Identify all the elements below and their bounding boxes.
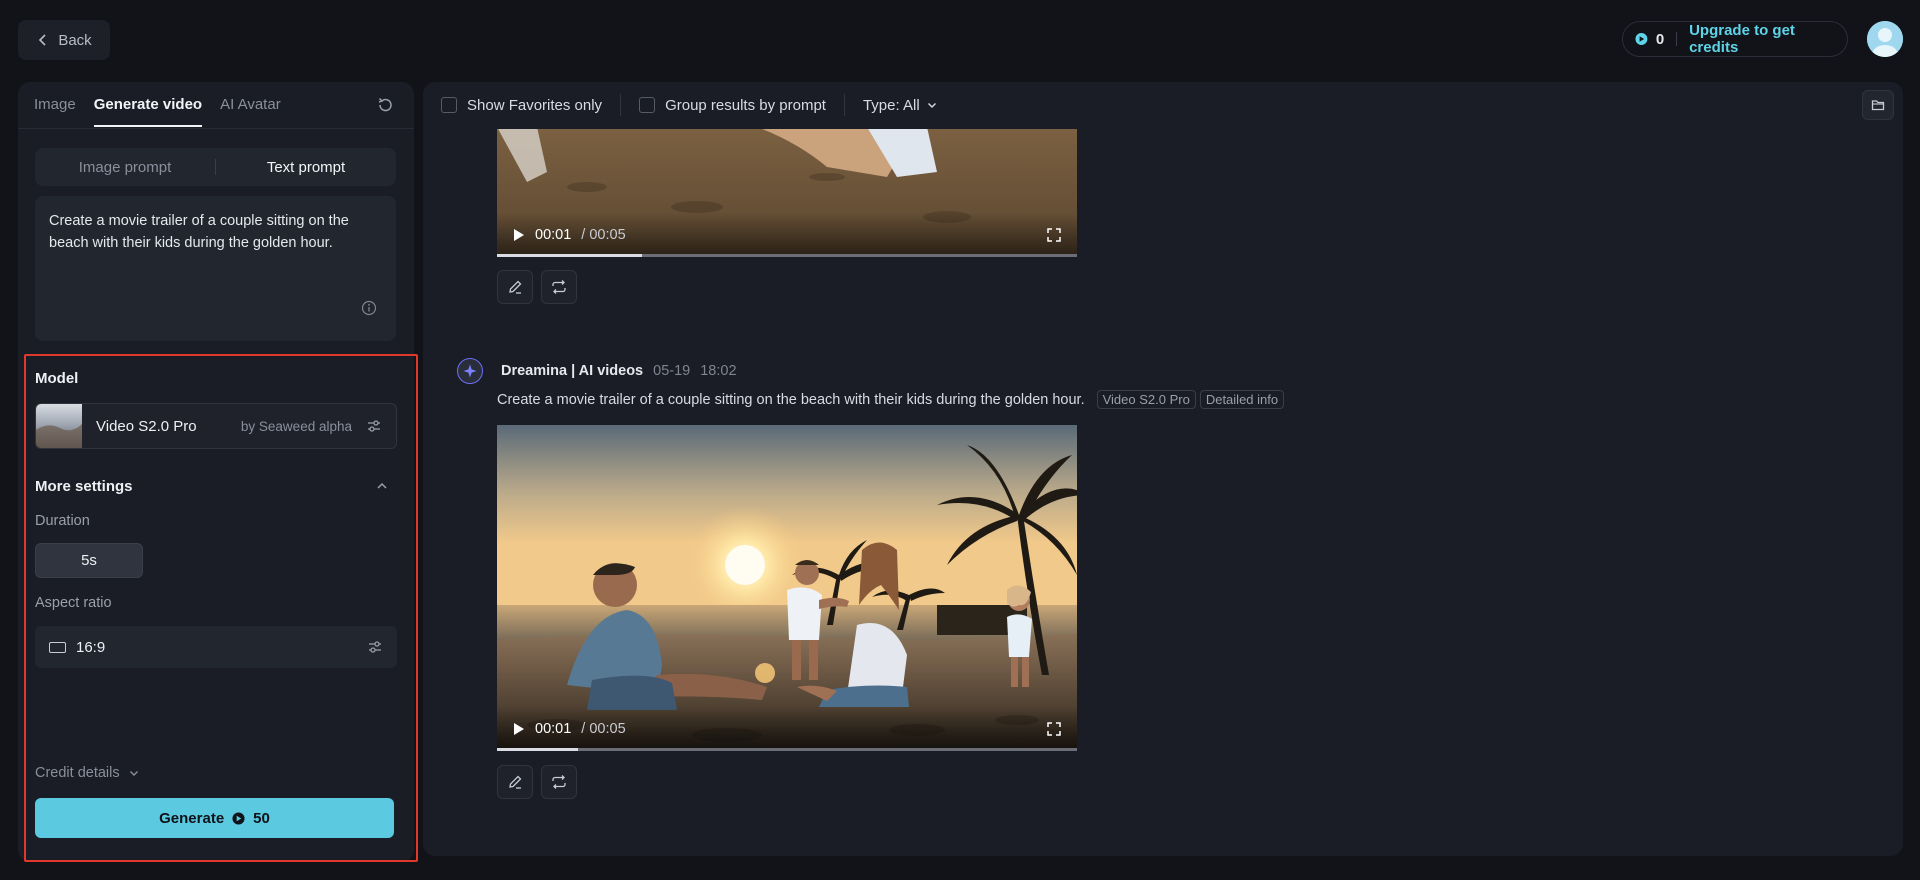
play-icon[interactable] (513, 228, 525, 242)
credit-coin-icon (232, 811, 245, 825)
model-selector[interactable]: Video S2.0 Pro by Seaweed alpha (35, 403, 397, 449)
aspect-ratio-label: Aspect ratio (35, 595, 112, 611)
aspect-rect-icon (49, 641, 66, 653)
type-filter-label: Type: All (862, 96, 920, 114)
tab-image[interactable]: Image (34, 96, 76, 127)
model-name: Video S2.0 Pro (96, 417, 197, 435)
generate-button[interactable]: Generate 50 (35, 798, 394, 838)
duration-value: 5s (81, 552, 97, 569)
upgrade-link[interactable]: Upgrade to get credits (1689, 22, 1835, 56)
image-prompt-option[interactable]: Image prompt (35, 159, 215, 176)
folder-button[interactable] (1862, 90, 1894, 120)
regenerate-button[interactable] (541, 270, 577, 304)
total-duration: / 00:05 (581, 721, 626, 737)
current-time: 00:01 (535, 721, 572, 737)
sliders-icon[interactable] (367, 639, 383, 655)
video-controls: 00:01 / 00:05 (497, 707, 1077, 751)
video-player-top[interactable]: 00:01 / 00:05 (497, 129, 1077, 257)
avatar[interactable] (1867, 21, 1903, 57)
fullscreen-icon[interactable] (1047, 228, 1061, 242)
text-prompt-option[interactable]: Text prompt (216, 159, 396, 176)
model-provider: by Seaweed alpha (240, 418, 352, 434)
duration-option-5s[interactable]: 5s (35, 543, 143, 578)
dreamina-logo-icon (457, 358, 483, 384)
credit-coin-icon (1635, 33, 1648, 45)
results-toolbar: Show Favorites only Group results by pro… (441, 94, 938, 116)
current-time: 00:01 (535, 227, 572, 243)
chevron-left-icon (39, 34, 46, 46)
model-tag[interactable]: Video S2.0 Pro (1096, 390, 1196, 409)
tab-generate-video[interactable]: Generate video (93, 96, 203, 127)
more-settings-label[interactable]: More settings (35, 478, 133, 495)
credit-details-toggle[interactable]: Credit details (35, 765, 140, 781)
group-label: Group results by prompt (665, 96, 826, 114)
entry-time: 18:02 (700, 363, 737, 379)
toolbar-divider (843, 94, 845, 116)
back-button[interactable]: Back (18, 20, 110, 60)
entry-prompt-row: Create a movie trailer of a couple sitti… (497, 390, 1285, 409)
prompt-textarea[interactable]: Create a movie trailer of a couple sitti… (35, 196, 396, 341)
detailed-info-tag[interactable]: Detailed info (1199, 390, 1285, 409)
play-icon[interactable] (513, 722, 525, 736)
prompt-text: Create a movie trailer of a couple sitti… (49, 213, 349, 251)
entry-source: Dreamina | AI videos (501, 363, 644, 379)
video-frame-image (497, 425, 1077, 751)
sliders-icon[interactable] (366, 418, 382, 434)
result-entry-header: Dreamina | AI videos 05-19 18:02 (457, 358, 737, 384)
entry-tags: Video S2.0 Pro Detailed info (1096, 390, 1285, 409)
video-progress-fill (497, 254, 642, 257)
video-progress-fill (497, 748, 579, 751)
entry-prompt-text: Create a movie trailer of a couple sitti… (497, 391, 1085, 408)
checkbox-box (639, 97, 656, 113)
user-avatar-icon (1867, 21, 1903, 57)
tabs-divider (18, 128, 414, 129)
group-by-prompt-checkbox[interactable]: Group results by prompt (639, 97, 826, 114)
video-progress[interactable] (497, 254, 1077, 257)
back-label: Back (58, 31, 92, 49)
model-label: Model (35, 370, 79, 387)
checkbox-box (441, 97, 457, 113)
generate-label: Generate (159, 809, 225, 827)
total-duration: / 00:05 (581, 227, 626, 243)
chevron-up-icon[interactable] (375, 479, 389, 493)
credits-count: 0 (1655, 30, 1665, 48)
info-icon[interactable] (361, 300, 377, 316)
fullscreen-icon[interactable] (1047, 722, 1061, 736)
toolbar-divider (620, 94, 622, 116)
credits-pill: 0 Upgrade to get credits (1622, 21, 1848, 57)
aspect-ratio-selector[interactable]: 16:9 (35, 626, 397, 668)
regenerate-button[interactable] (541, 765, 577, 799)
repeat-icon (552, 775, 566, 789)
edit-button[interactable] (497, 765, 533, 799)
pill-divider (1676, 32, 1678, 46)
generate-cost: 50 (253, 809, 270, 827)
chevron-down-icon (129, 771, 138, 776)
model-thumbnail (36, 404, 82, 448)
chevron-down-icon (927, 103, 936, 108)
video-controls: 00:01 / 00:05 (497, 213, 1077, 257)
pencil-icon (509, 775, 522, 789)
aspect-ratio-value: 16:9 (76, 638, 106, 656)
edit-button[interactable] (497, 270, 533, 304)
prompt-mode-switch: Image prompt Text prompt (35, 148, 396, 186)
folder-icon (1871, 100, 1885, 111)
video-player-main[interactable]: 00:01 / 00:05 (497, 425, 1077, 751)
tab-ai-avatar[interactable]: AI Avatar (220, 96, 281, 127)
duration-label: Duration (35, 513, 90, 529)
reset-icon[interactable] (376, 96, 394, 114)
favorites-label: Show Favorites only (467, 96, 603, 114)
entry-date: 05-19 (653, 363, 691, 379)
favorites-checkbox[interactable]: Show Favorites only (441, 97, 602, 114)
repeat-icon (552, 280, 566, 294)
type-filter-dropdown[interactable]: Type: All (863, 97, 938, 114)
mode-tabs: Image Generate video AI Avatar (34, 96, 281, 127)
credit-details-label: Credit details (35, 765, 120, 781)
pencil-icon (509, 280, 522, 294)
video-progress[interactable] (497, 748, 1077, 751)
